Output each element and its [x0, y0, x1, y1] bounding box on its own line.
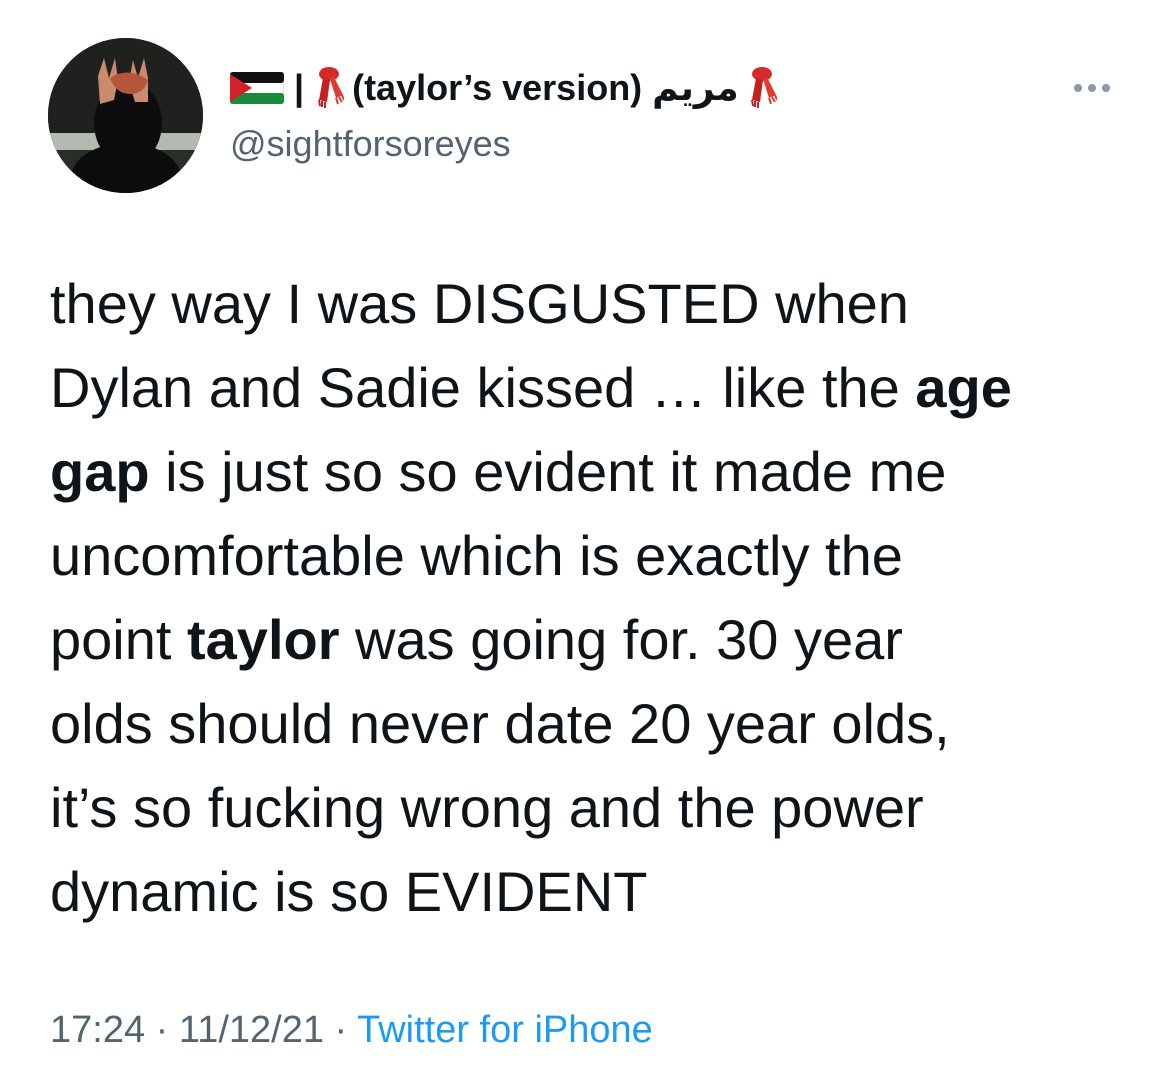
display-name[interactable]: | (taylor’s version) مريم: [230, 64, 777, 112]
tweet-text-line: olds should never date 20 year olds,: [50, 682, 1130, 766]
display-name-separator: |: [294, 67, 305, 108]
tweet-text-bold-segment: gap: [50, 440, 150, 503]
tweet-text-line: it’s so fucking wrong and the power: [50, 766, 1130, 850]
tweet-text-segment: is just so so evident it made me: [149, 440, 947, 503]
meta-separator: ·: [334, 1009, 348, 1051]
tweet-text-segment: it’s so fucking wrong and the power: [50, 776, 924, 839]
palestine-flag-icon: [230, 72, 284, 104]
red-scarf-emoji-icon: [747, 66, 777, 110]
tweet-card: | (taylor’s version) مريم @sightforsorey…: [0, 0, 1170, 1087]
tweet-date[interactable]: 11/12/21: [179, 1009, 324, 1051]
more-dot-icon: [1102, 84, 1110, 92]
tweet-time[interactable]: 17:24: [50, 1009, 145, 1051]
tweet-meta: 17:24 · 11/12/21 · Twitter for iPhone: [50, 1004, 653, 1056]
avatar-image: [48, 38, 203, 193]
meta-separator: ·: [155, 1009, 169, 1051]
tweet-text-line: they way I was DISGUSTED when: [50, 262, 1130, 346]
display-name-text: (taylor’s version) مريم: [352, 67, 739, 108]
user-handle[interactable]: @sightforsoreyes: [230, 120, 511, 168]
tweet-text-line: uncomfortable which is exactly the: [50, 514, 1130, 598]
more-dot-icon: [1074, 84, 1082, 92]
tweet-text-segment: dynamic is so EVIDENT: [50, 860, 648, 923]
tweet-text-line: gap is just so so evident it made me: [50, 430, 1130, 514]
tweet-text-segment: Dylan and Sadie kissed … like the: [50, 356, 916, 419]
tweet-text: they way I was DISGUSTED when Dylan and S…: [50, 262, 1130, 934]
avatar[interactable]: [48, 38, 203, 193]
tweet-source-link[interactable]: Twitter for iPhone: [357, 1009, 653, 1051]
tweet-text-line: dynamic is so EVIDENT: [50, 850, 1130, 934]
tweet-text-segment: point: [50, 608, 187, 671]
more-options-button[interactable]: [1064, 72, 1120, 104]
tweet-text-line: point taylor was going for. 30 year: [50, 598, 1130, 682]
more-dot-icon: [1088, 84, 1096, 92]
tweet-text-segment: they way I was DISGUSTED when: [50, 272, 909, 335]
tweet-text-segment: uncomfortable which is exactly the: [50, 524, 903, 587]
tweet-text-segment: was going for. 30 year: [339, 608, 903, 671]
tweet-text-bold-segment: age: [915, 356, 1012, 419]
red-scarf-emoji-icon: [314, 66, 345, 110]
tweet-text-bold-segment: taylor: [187, 608, 340, 671]
tweet-text-line: Dylan and Sadie kissed … like the age: [50, 346, 1130, 430]
tweet-text-segment: olds should never date 20 year olds,: [50, 692, 950, 755]
